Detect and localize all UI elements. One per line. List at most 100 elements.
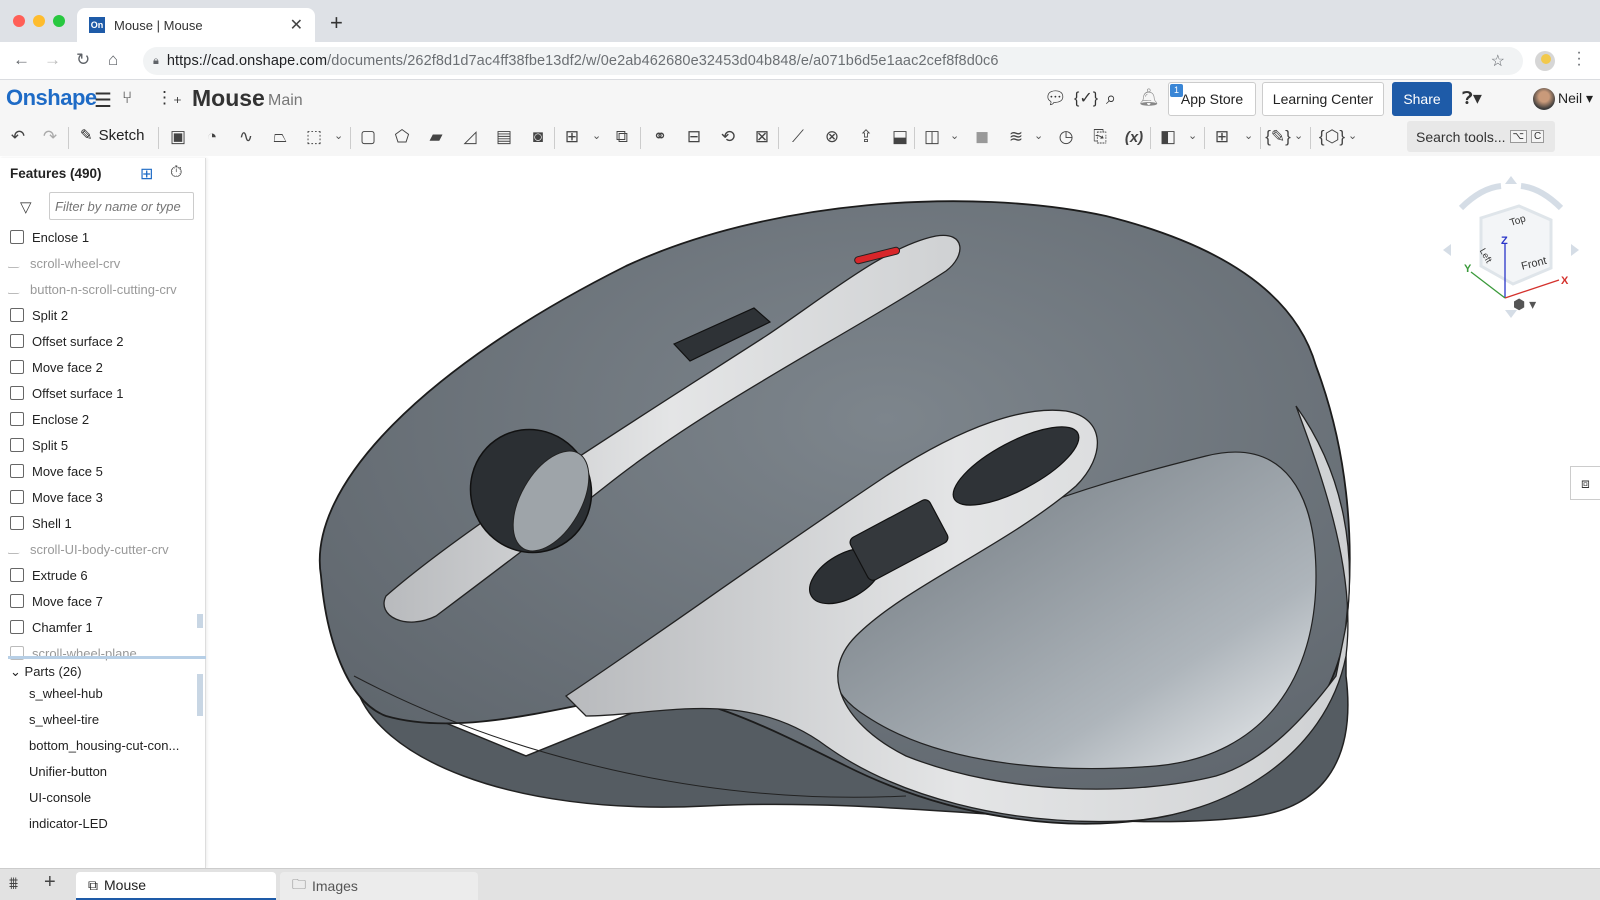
feature-item[interactable]: Offset surface 2 xyxy=(0,328,196,354)
help-icon[interactable]: ❓︎▾ xyxy=(1462,88,1482,109)
helix-icon[interactable]: ≋ xyxy=(1004,125,1028,149)
feature-item[interactable]: Shell 1 xyxy=(0,510,196,536)
chevron-down-icon[interactable]: ⌄ xyxy=(592,129,601,142)
feature-item[interactable]: scroll-wheel-crv xyxy=(0,250,196,276)
delete-face-icon[interactable]: ⊗ xyxy=(820,125,844,149)
window-close-button[interactable] xyxy=(13,15,25,27)
browser-tab[interactable]: On Mouse | Mouse ✕ xyxy=(77,8,315,42)
window-minimize-button[interactable] xyxy=(33,15,45,27)
feature-item[interactable]: scroll-UI-body-cutter-crv xyxy=(0,536,196,562)
search-tools-input[interactable]: Search tools... ⌥ C xyxy=(1407,121,1555,152)
add-folder-icon[interactable]: ⊞ xyxy=(140,164,153,184)
part-item[interactable]: s_wheel-hub xyxy=(0,680,196,706)
tab-manager-icon[interactable]: ⩩ xyxy=(9,874,18,894)
part-item[interactable]: indicator-LED xyxy=(0,810,196,836)
feature-item[interactable]: Move face 2 xyxy=(0,354,196,380)
user-menu[interactable]: Neil ▾ xyxy=(1558,90,1593,107)
url-input[interactable]: 🔒︎ https://cad.onshape.com/documents/262… xyxy=(143,47,1523,75)
browser-menu-icon[interactable]: · · · xyxy=(1576,45,1582,73)
part-item[interactable]: bottom_housing-cut-con... xyxy=(0,732,196,758)
rotate-right-icon[interactable] xyxy=(1571,244,1579,256)
variable-icon[interactable]: (x) xyxy=(1120,125,1148,149)
share-button[interactable]: Share xyxy=(1392,82,1452,116)
view-cube[interactable]: Top Left Front Z X Y xyxy=(1441,168,1581,318)
fillet-icon[interactable]: ▢ xyxy=(356,125,380,149)
extrude-icon[interactable]: ▣ xyxy=(166,125,190,149)
add-tab-icon[interactable]: + xyxy=(44,871,56,894)
mouse-model[interactable] xyxy=(206,156,1600,868)
variables-icon[interactable]: {✓} xyxy=(1074,88,1098,108)
chevron-down-icon[interactable]: ⌄ xyxy=(1348,129,1357,142)
filter-icon[interactable]: ▽ xyxy=(20,198,32,216)
move-face-icon[interactable]: ⇪ xyxy=(854,125,878,149)
notifications-bell-icon[interactable]: 🔔︎ xyxy=(1138,88,1160,108)
transform-icon[interactable]: ⟲ xyxy=(716,125,740,149)
forward-icon[interactable]: → xyxy=(44,50,61,70)
tab-part-studio-mouse[interactable]: ⧉ Mouse xyxy=(76,872,276,900)
hole-icon[interactable]: ◙ xyxy=(526,125,550,149)
feature-item[interactable]: Move face 5 xyxy=(0,458,196,484)
hamburger-menu-icon[interactable]: ☰ xyxy=(94,88,112,113)
3d-viewport[interactable]: Top Left Front Z X Y ⬢ ▾ ⧈ xyxy=(206,156,1600,868)
feature-item[interactable]: Enclose 2 xyxy=(0,406,196,432)
chamfer-icon[interactable]: ⬠ xyxy=(390,125,414,149)
document-title[interactable]: Mouse xyxy=(192,85,265,112)
feature-item[interactable]: Enclose 1 xyxy=(0,224,196,250)
feature-item[interactable]: Split 5 xyxy=(0,432,196,458)
mirror-icon[interactable]: ⧉ xyxy=(610,125,634,149)
parts-list-scrollbar[interactable] xyxy=(197,674,203,716)
chevron-down-icon[interactable]: ⌄ xyxy=(1188,129,1197,142)
chevron-down-icon[interactable]: ⌄ xyxy=(1294,129,1303,142)
insert-icon[interactable]: ⋮₊ xyxy=(156,88,182,108)
mate-connector-icon[interactable]: ◷ xyxy=(1054,125,1078,149)
shell-icon[interactable]: ▤ xyxy=(492,125,516,149)
tab-folder-images[interactable]: 🗀 Images xyxy=(280,872,478,900)
modify-fillet-icon[interactable]: ⟋ xyxy=(786,125,810,149)
redo-icon[interactable]: ↷ xyxy=(38,125,62,149)
bookmark-star-icon[interactable]: ☆ xyxy=(1491,51,1505,71)
split-icon[interactable]: ⊟ xyxy=(682,125,706,149)
loft-icon[interactable]: ⏢ xyxy=(268,125,292,149)
rollback-bar[interactable] xyxy=(8,656,206,659)
feature-item[interactable]: Offset surface 1 xyxy=(0,380,196,406)
home-icon[interactable]: ⌂ xyxy=(108,50,118,70)
delete-part-icon[interactable]: ⊠ xyxy=(750,125,774,149)
feature-item[interactable]: Split 2 xyxy=(0,302,196,328)
part-item[interactable]: UI-console xyxy=(0,784,196,810)
close-tab-icon[interactable]: ✕ xyxy=(290,15,303,35)
feature-filter-input[interactable] xyxy=(49,192,194,220)
part-item[interactable]: Unifier-button xyxy=(0,758,196,784)
feature-item[interactable]: Move face 7 xyxy=(0,588,196,614)
view-options-dropdown[interactable]: ⬢ ▾ xyxy=(1513,296,1536,313)
learning-center-button[interactable]: Learning Center xyxy=(1262,82,1384,116)
avatar[interactable] xyxy=(1533,88,1555,110)
feature-item[interactable]: button-n-scroll-cutting-crv xyxy=(0,276,196,302)
revolve-icon[interactable]: ◔ xyxy=(200,125,224,149)
sheet-metal-icon[interactable]: ◧ xyxy=(1156,125,1180,149)
featurescript-icon[interactable]: {✎} xyxy=(1265,125,1291,149)
sweep-icon[interactable]: ∿ xyxy=(234,125,258,149)
window-zoom-button[interactable] xyxy=(53,15,65,27)
sketch-button[interactable]: ✎ Sketch xyxy=(80,126,144,145)
feature-list-scrollbar[interactable] xyxy=(197,614,203,628)
rotate-left-icon[interactable] xyxy=(1443,244,1451,256)
onshape-logo[interactable]: Onshape xyxy=(6,85,97,111)
add-custom-feature-icon[interactable]: ⊞ xyxy=(1210,125,1234,149)
weather-extension-icon[interactable] xyxy=(1535,51,1555,71)
reload-icon[interactable]: ↻ xyxy=(76,50,90,70)
workspace-branch[interactable]: Main xyxy=(268,92,303,110)
chevron-down-icon[interactable]: ⌄ xyxy=(334,129,343,142)
rib-icon[interactable]: ◿ xyxy=(458,125,482,149)
feature-item[interactable]: Extrude 6 xyxy=(0,562,196,588)
chevron-down-icon[interactable]: ⌄ xyxy=(950,129,959,142)
search-icon[interactable]: ⌕ xyxy=(1106,88,1116,109)
custom-tools-icon[interactable]: {⬡} xyxy=(1319,125,1345,149)
new-tab-button[interactable]: + xyxy=(330,10,343,36)
pattern-icon[interactable]: ⊞ xyxy=(560,125,584,149)
version-graph-icon[interactable]: ⑂ xyxy=(122,88,132,108)
part-item[interactable]: s_wheel-tire xyxy=(0,706,196,732)
chevron-down-icon[interactable]: ⌄ xyxy=(1244,129,1253,142)
feature-item[interactable]: scroll-wheel-plane xyxy=(0,640,196,666)
parts-header[interactable]: ⌄ Parts (26) xyxy=(10,664,82,680)
import-icon[interactable]: ⎘ xyxy=(1088,125,1112,149)
